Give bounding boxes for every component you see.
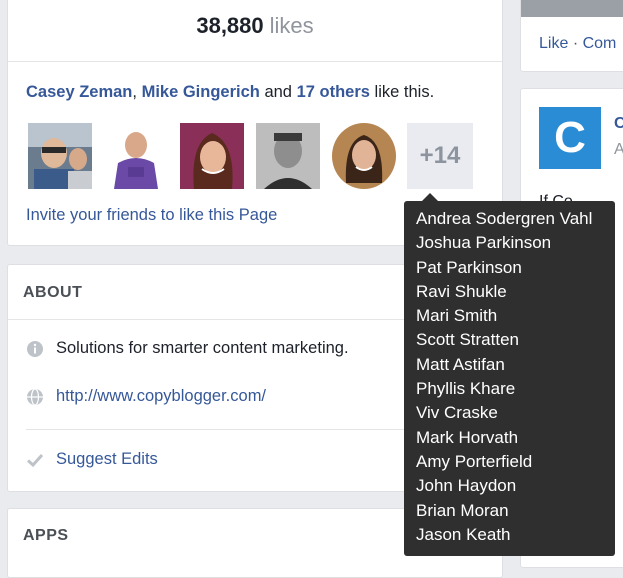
- globe-icon: [26, 387, 44, 406]
- tooltip-name: Joshua Parkinson: [416, 233, 552, 253]
- friend-link-casey[interactable]: Casey Zeman: [26, 83, 132, 101]
- friend-link-mike[interactable]: Mike Gingerich: [142, 83, 260, 101]
- about-heading: ABOUT: [23, 284, 83, 301]
- tooltip-name: John Haydon: [416, 476, 517, 496]
- friends-tooltip: Andrea Sodergren Vahl Joshua Parkinson P…: [404, 193, 615, 556]
- action-separator: ·: [572, 35, 579, 52]
- about-description-row: Solutions for smarter content marketing.: [26, 339, 349, 358]
- page-logo[interactable]: C: [539, 107, 601, 169]
- others-link[interactable]: 17 others: [297, 83, 370, 101]
- comment-button[interactable]: Com: [583, 35, 617, 52]
- suggest-edits-link[interactable]: Suggest Edits: [56, 450, 158, 469]
- likes-word: likes: [269, 13, 314, 38]
- tooltip-name: Pat Parkinson: [416, 257, 522, 277]
- tooltip-name: Brian Moran: [416, 500, 509, 520]
- avatar[interactable]: [332, 123, 396, 189]
- avatar[interactable]: [256, 123, 320, 189]
- about-description: Solutions for smarter content marketing.: [56, 339, 349, 357]
- likes-number: 38,880: [196, 13, 264, 38]
- avatar[interactable]: [28, 123, 92, 189]
- friends-like-line: Casey Zeman, Mike Gingerich and 17 other…: [26, 83, 434, 102]
- tooltip-name: Scott Stratten: [416, 330, 519, 350]
- invite-friends-link[interactable]: Invite your friends to like this Page: [26, 206, 277, 225]
- info-icon: [26, 340, 44, 358]
- divider: [8, 61, 502, 62]
- right-post-card: Like · Com: [520, 0, 623, 72]
- tooltip-name: Viv Craske: [416, 403, 498, 423]
- website-link[interactable]: http://www.copyblogger.com/: [56, 387, 266, 406]
- friends-sep: ,: [132, 83, 137, 101]
- more-friends-tile[interactable]: +14: [407, 123, 473, 189]
- tooltip-name-list: Andrea Sodergren Vahl Joshua Parkinson P…: [416, 207, 615, 547]
- tooltip-name: Jason Keath: [416, 524, 511, 544]
- avatar[interactable]: [104, 123, 168, 189]
- avatar[interactable]: [180, 123, 244, 189]
- post-meta-peek: A: [614, 141, 623, 158]
- about-website-row: http://www.copyblogger.com/: [26, 387, 266, 406]
- tooltip-name: Amy Porterfield: [416, 451, 533, 471]
- post-image: [521, 0, 623, 17]
- apps-heading: APPS: [23, 527, 69, 544]
- tooltip-name: Matt Astifan: [416, 354, 505, 374]
- page-name-peek[interactable]: C: [614, 115, 623, 133]
- friends-and: and: [264, 83, 292, 101]
- tooltip-arrow: [422, 193, 438, 201]
- post-actions: Like · Com: [539, 35, 616, 53]
- tooltip-name: Mari Smith: [416, 306, 498, 326]
- likes-count: 38,880 likes: [8, 13, 502, 39]
- tooltip-name: Mark Horvath: [416, 427, 519, 447]
- friends-suffix: like this.: [374, 83, 435, 101]
- like-button[interactable]: Like: [539, 35, 568, 52]
- tooltip-name: Andrea Sodergren Vahl: [416, 209, 593, 228]
- suggest-edits-row[interactable]: Suggest Edits: [26, 450, 158, 469]
- tooltip-name: Ravi Shukle: [416, 281, 507, 301]
- check-icon: [26, 451, 44, 469]
- tooltip-name: Phyllis Khare: [416, 379, 516, 399]
